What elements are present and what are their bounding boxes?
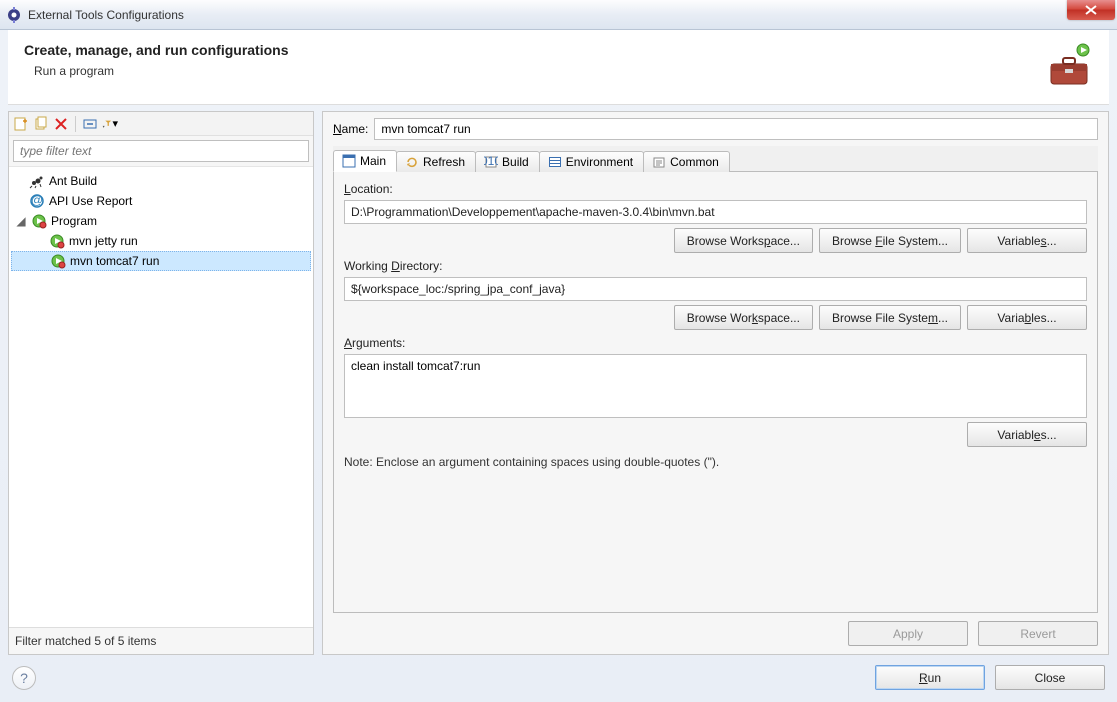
main-tab-content: Location: D:\Programmation\Developpement…	[333, 172, 1098, 613]
filter-dropdown-icon[interactable]: ▾	[102, 116, 118, 132]
tree-item-program[interactable]: ◢ Program	[11, 211, 311, 231]
svg-text:010: 010	[484, 155, 498, 168]
window-close-button[interactable]	[1067, 0, 1115, 20]
left-toolbar: ▾	[9, 112, 313, 136]
environment-tab-icon	[548, 155, 562, 169]
name-input[interactable]	[374, 118, 1098, 140]
run-toolbox-icon	[1045, 42, 1093, 90]
tab-main[interactable]: Main	[333, 150, 397, 172]
tabbar: Main Refresh 010 Build Environment Commo…	[333, 146, 1098, 172]
tree-label: mvn jetty run	[69, 234, 138, 248]
tree-label: Program	[51, 214, 97, 228]
tab-environment[interactable]: Environment	[539, 151, 644, 172]
dialog-footer: ? Run Close	[8, 655, 1109, 694]
configurations-pane: ▾ Ant Build @ API Use Report ◢ Program	[8, 111, 314, 655]
location-label: Location:	[344, 182, 1087, 196]
program-run-icon	[49, 233, 65, 249]
tree-item-api-report[interactable]: @ API Use Report	[11, 191, 311, 211]
window-titlebar: External Tools Configurations	[0, 0, 1117, 30]
new-config-icon[interactable]	[13, 116, 29, 132]
location-browse-filesystem-button[interactable]: Browse File System...	[819, 228, 961, 253]
main-tab-icon	[342, 154, 356, 168]
tab-common[interactable]: Common	[643, 151, 730, 172]
header-panel: Create, manage, and run configurations R…	[8, 30, 1109, 105]
filter-status: Filter matched 5 of 5 items	[9, 627, 313, 654]
refresh-tab-icon	[405, 155, 419, 169]
tab-label: Refresh	[423, 155, 465, 169]
page-subtitle: Run a program	[34, 64, 1045, 78]
arguments-note: Note: Enclose an argument containing spa…	[344, 455, 1087, 469]
location-variables-button[interactable]: Variables...	[967, 228, 1087, 253]
config-tree[interactable]: Ant Build @ API Use Report ◢ Program mvn…	[9, 166, 313, 627]
workdir-field[interactable]: ${workspace_loc:/spring_jpa_conf_java}	[344, 277, 1087, 301]
delete-config-icon[interactable]	[53, 116, 69, 132]
build-tab-icon: 010	[484, 155, 498, 169]
page-title: Create, manage, and run configurations	[24, 42, 1045, 58]
apply-button[interactable]: Apply	[848, 621, 968, 646]
workdir-label: Working Directory:	[344, 259, 1087, 273]
ant-icon	[29, 173, 45, 189]
expander-icon[interactable]: ◢	[15, 214, 27, 228]
app-icon	[6, 7, 22, 23]
tree-item-mvn-jetty[interactable]: mvn jetty run	[11, 231, 311, 251]
tree-item-mvn-tomcat[interactable]: mvn tomcat7 run	[11, 251, 311, 271]
collapse-all-icon[interactable]	[82, 116, 98, 132]
help-button[interactable]: ?	[12, 666, 36, 690]
tree-label: API Use Report	[49, 194, 132, 208]
tree-item-ant-build[interactable]: Ant Build	[11, 171, 311, 191]
tab-label: Build	[502, 155, 529, 169]
arguments-variables-button[interactable]: Variables...	[967, 422, 1087, 447]
tab-build[interactable]: 010 Build	[475, 151, 540, 172]
workdir-browse-filesystem-button[interactable]: Browse File System...	[819, 305, 961, 330]
arguments-group: Arguments: Variables...	[344, 336, 1087, 447]
window-title: External Tools Configurations	[28, 8, 1067, 22]
filter-input[interactable]	[13, 140, 309, 162]
location-group: Location: D:\Programmation\Developpement…	[344, 182, 1087, 253]
run-button[interactable]: Run	[875, 665, 985, 690]
tab-label: Main	[360, 154, 386, 168]
api-report-icon: @	[29, 193, 45, 209]
tab-label: Environment	[566, 155, 633, 169]
duplicate-config-icon[interactable]	[33, 116, 49, 132]
close-button[interactable]: Close	[995, 665, 1105, 690]
arguments-label: Arguments:	[344, 336, 1087, 350]
tree-label: mvn tomcat7 run	[70, 254, 159, 268]
config-editor-pane: Name: Main Refresh 010 Build E	[322, 111, 1109, 655]
tab-refresh[interactable]: Refresh	[396, 151, 476, 172]
location-browse-workspace-button[interactable]: Browse Workspace...	[674, 228, 813, 253]
name-label: Name:	[333, 122, 368, 136]
program-icon	[31, 213, 47, 229]
svg-text:@: @	[31, 193, 43, 207]
revert-button[interactable]: Revert	[978, 621, 1098, 646]
common-tab-icon	[652, 155, 666, 169]
workdir-group: Working Directory: ${workspace_loc:/spri…	[344, 259, 1087, 330]
tab-label: Common	[670, 155, 719, 169]
program-run-icon	[50, 253, 66, 269]
workdir-variables-button[interactable]: Variables...	[967, 305, 1087, 330]
arguments-textarea[interactable]	[344, 354, 1087, 418]
tree-label: Ant Build	[49, 174, 97, 188]
workdir-browse-workspace-button[interactable]: Browse Workspace...	[674, 305, 813, 330]
location-field[interactable]: D:\Programmation\Developpement\apache-ma…	[344, 200, 1087, 224]
